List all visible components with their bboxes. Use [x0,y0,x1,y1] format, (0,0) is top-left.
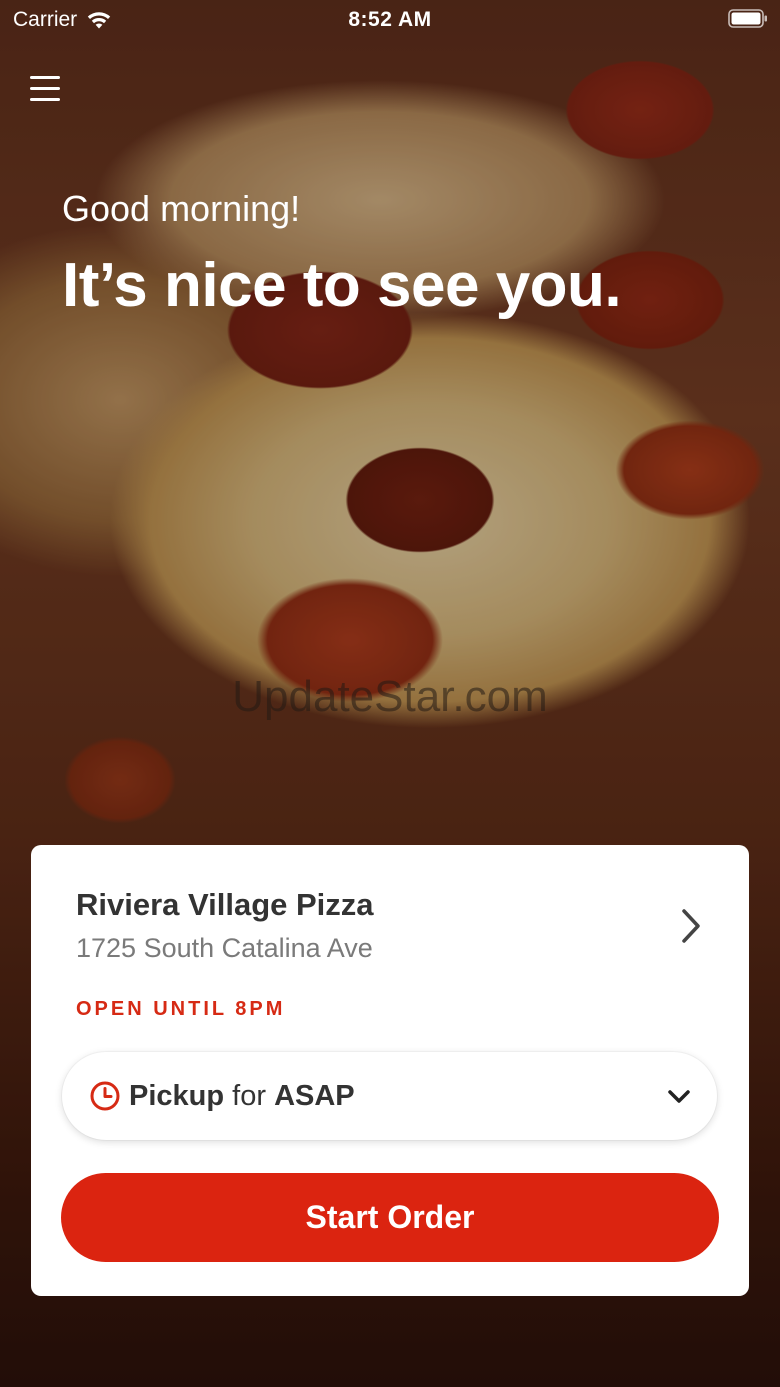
order-when: ASAP [274,1080,355,1112]
store-name[interactable]: Riviera Village Pizza [76,887,374,923]
chevron-down-icon [668,1090,690,1103]
store-address[interactable]: 1725 South Catalina Ave [76,933,373,964]
status-bar: Carrier 8:52 AM [0,0,780,40]
store-card: Riviera Village Pizza 1725 South Catalin… [31,845,749,1296]
order-mode: Pickup [129,1080,225,1112]
battery-icon [728,9,767,28]
hamburger-menu-icon[interactable] [28,72,64,106]
pickup-time-selector[interactable]: Pickup for ASAP [62,1052,717,1140]
start-order-button[interactable]: Start Order [61,1173,719,1262]
hours-status: OPEN UNTIL 8PM [76,998,286,1020]
watermark: UpdateStar.com [232,672,548,721]
clock-icon [90,1081,120,1111]
order-connector: for [232,1080,266,1112]
chevron-right-icon[interactable] [676,905,706,947]
greeting-text: Good morning! [62,188,301,229]
welcome-headline: It’s nice to see you. [62,251,622,320]
status-time: 8:52 AM [348,8,432,31]
pickup-label: Pickup for ASAP [129,1080,355,1113]
